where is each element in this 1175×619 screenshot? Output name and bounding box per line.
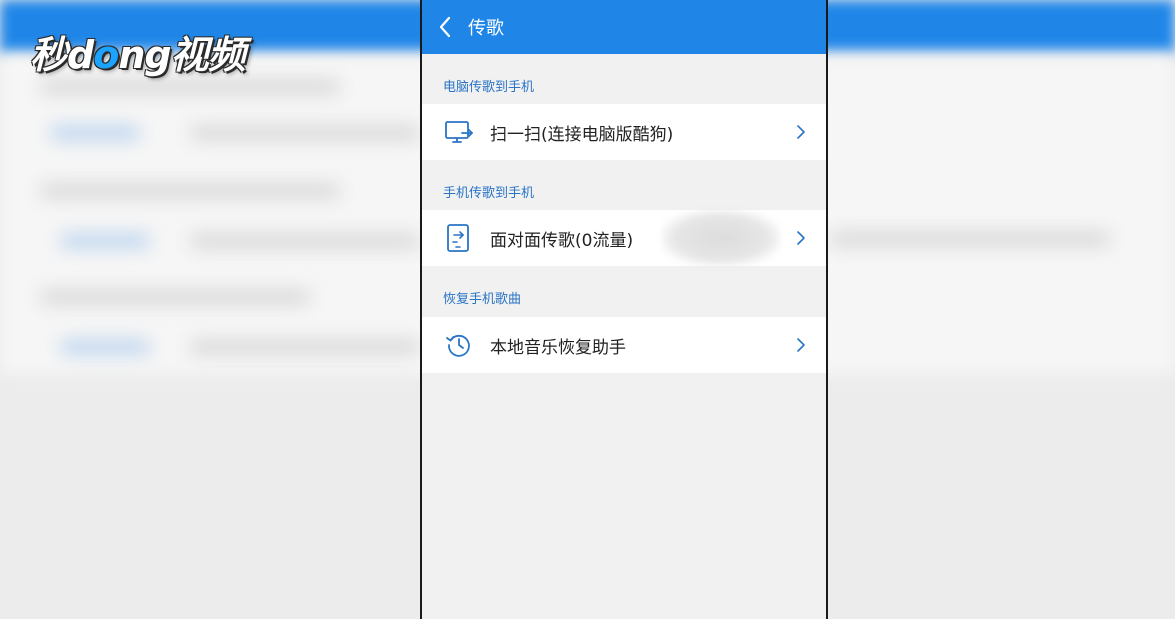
face-to-face-transfer-label: 面对面传歌(0流量) [490, 230, 634, 251]
background-line [40, 184, 340, 198]
chevron-right-icon [796, 337, 806, 353]
watermark-logo: 秒dong视频 [30, 24, 246, 79]
app-header: 传歌 [422, 0, 826, 54]
logo-text-3: ng视频 [118, 33, 245, 77]
background-line [50, 126, 140, 140]
blurred-overlay [662, 210, 780, 266]
local-music-restore-item[interactable]: 本地音乐恢复助手 [422, 317, 826, 373]
logo-text-1: 秒 [30, 33, 68, 77]
back-button[interactable] [422, 0, 468, 54]
logo-play-o: o [93, 33, 119, 77]
background-line [60, 340, 150, 354]
phone-transfer-icon [444, 223, 474, 253]
logo-text-2: d [67, 33, 94, 77]
face-to-face-transfer-item[interactable]: 面对面传歌(0流量) [422, 210, 826, 266]
background-line [830, 232, 1110, 246]
background-line [60, 234, 150, 248]
phone-screen: 传歌 电脑传歌到手机 扫一扫(连接电脑版酷狗) 手机传歌到手机 面对面传歌(0流… [420, 0, 828, 619]
background-line [190, 126, 420, 140]
section-title-restore: 恢复手机歌曲 [443, 292, 522, 307]
chevron-right-icon [796, 124, 806, 140]
scan-connect-pc-label: 扫一扫(连接电脑版酷狗) [490, 124, 674, 145]
chevron-right-icon [796, 230, 806, 246]
background-line [190, 234, 420, 248]
background-line [190, 340, 420, 354]
section-title-pc-transfer: 电脑传歌到手机 [443, 80, 535, 95]
background-line [40, 290, 310, 304]
scan-connect-pc-item[interactable]: 扫一扫(连接电脑版酷狗) [422, 104, 826, 160]
background-line [40, 80, 340, 94]
history-icon [444, 330, 474, 360]
page-title: 传歌 [468, 18, 504, 39]
local-music-restore-label: 本地音乐恢复助手 [490, 337, 626, 358]
monitor-icon [444, 117, 474, 147]
chevron-left-icon [439, 16, 451, 38]
section-title-phone-transfer: 手机传歌到手机 [443, 186, 535, 201]
